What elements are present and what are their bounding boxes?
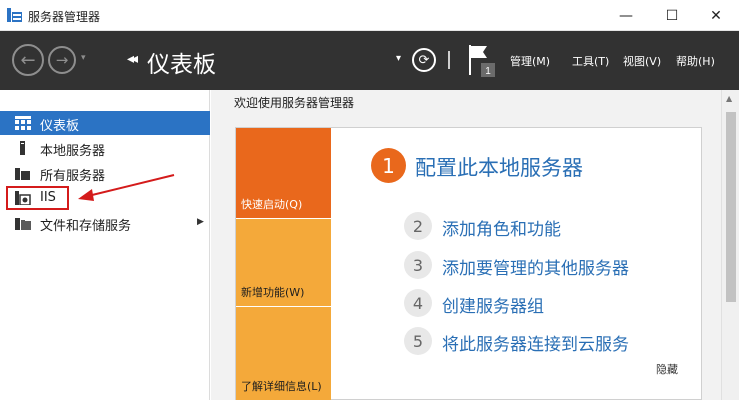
step-link-connect-cloud[interactable]: 将此服务器连接到云服务 [442, 330, 629, 355]
step-number-1: 1 [371, 148, 406, 183]
menu-tools[interactable]: 工具(T) [572, 53, 609, 69]
breadcrumb-arrows-icon: ◂◂ [127, 51, 138, 67]
close-button[interactable]: ✕ [693, 0, 739, 31]
minimize-button[interactable]: — [603, 0, 649, 31]
local-server-icon [20, 141, 25, 155]
window-title: 服务器管理器 [28, 10, 101, 24]
hide-link[interactable]: 隐藏 [656, 361, 678, 377]
all-servers-icon [15, 168, 30, 180]
tile-label: 快速启动(Q) [241, 198, 303, 211]
sidebar: 仪表板 本地服务器 所有服务器 IIS 文件和存储服务 ▶ [0, 90, 210, 400]
tile-learn-more[interactable]: 了解详细信息(L) [236, 307, 331, 400]
sidebar-item-file-storage[interactable]: 文件和存储服务 ▶ [0, 211, 210, 235]
step-number-5: 5 [404, 327, 432, 355]
dashboard-icon [15, 116, 31, 130]
tile-quick-start[interactable]: 快速启动(Q) [236, 128, 331, 218]
step-number-2: 2 [404, 212, 432, 240]
chevron-right-icon[interactable]: ▶ [197, 217, 204, 227]
step-number-3: 3 [404, 251, 432, 279]
title-bar: 服务器管理器 — ☐ ✕ [0, 0, 739, 31]
menu-view[interactable]: 视图(V) [623, 53, 661, 69]
server-manager-icon [7, 8, 22, 22]
scroll-up-icon[interactable]: ▲ [726, 94, 732, 103]
refresh-button[interactable]: ⟳ [412, 48, 436, 72]
tile-label: 新增功能(W) [241, 286, 305, 299]
step-number-4: 4 [404, 289, 432, 317]
back-button[interactable]: ← [12, 44, 44, 76]
notification-count: 1 [485, 66, 491, 77]
toolbar: ← → ▾ ◂◂ 仪表板 ▾ ⟳ 1 管理(M) 工具(T) 视图(V) 帮助(… [0, 31, 739, 90]
step-link-configure-local-server[interactable]: 配置此本地服务器 [415, 152, 583, 182]
history-dropdown-icon[interactable]: ▾ [81, 53, 86, 63]
tile-label: 了解详细信息(L) [241, 380, 322, 393]
file-storage-icon [15, 218, 31, 230]
step-link-create-group[interactable]: 创建服务器组 [442, 292, 544, 317]
step-link-add-servers[interactable]: 添加要管理的其他服务器 [442, 254, 629, 279]
sidebar-item-label: 本地服务器 [40, 144, 106, 159]
maximize-button[interactable]: ☐ [649, 0, 695, 31]
scrollbar-thumb[interactable] [726, 112, 736, 302]
forward-button[interactable]: → [48, 46, 76, 74]
sidebar-item-local-server[interactable]: 本地服务器 [0, 136, 210, 160]
notifications-flag-icon[interactable]: 1 [467, 43, 497, 79]
menu-help[interactable]: 帮助(H) [676, 53, 715, 69]
annotation-highlight-box [6, 186, 69, 210]
breadcrumb-dropdown-icon[interactable]: ▾ [396, 53, 401, 64]
page-title: 仪表板 [147, 52, 216, 78]
toolbar-separator [448, 51, 450, 69]
sidebar-item-dashboard[interactable]: 仪表板 [0, 111, 210, 135]
sidebar-item-label: 仪表板 [40, 119, 80, 134]
step-link-add-roles[interactable]: 添加角色和功能 [442, 215, 561, 240]
vertical-scrollbar[interactable]: ▲ [721, 90, 739, 400]
menu-manage[interactable]: 管理(M) [510, 53, 550, 69]
annotation-arrow-icon [78, 174, 175, 201]
sidebar-item-label: 文件和存储服务 [40, 219, 132, 234]
welcome-title: 欢迎使用服务器管理器 [234, 96, 355, 110]
tile-whats-new[interactable]: 新增功能(W) [236, 219, 331, 306]
